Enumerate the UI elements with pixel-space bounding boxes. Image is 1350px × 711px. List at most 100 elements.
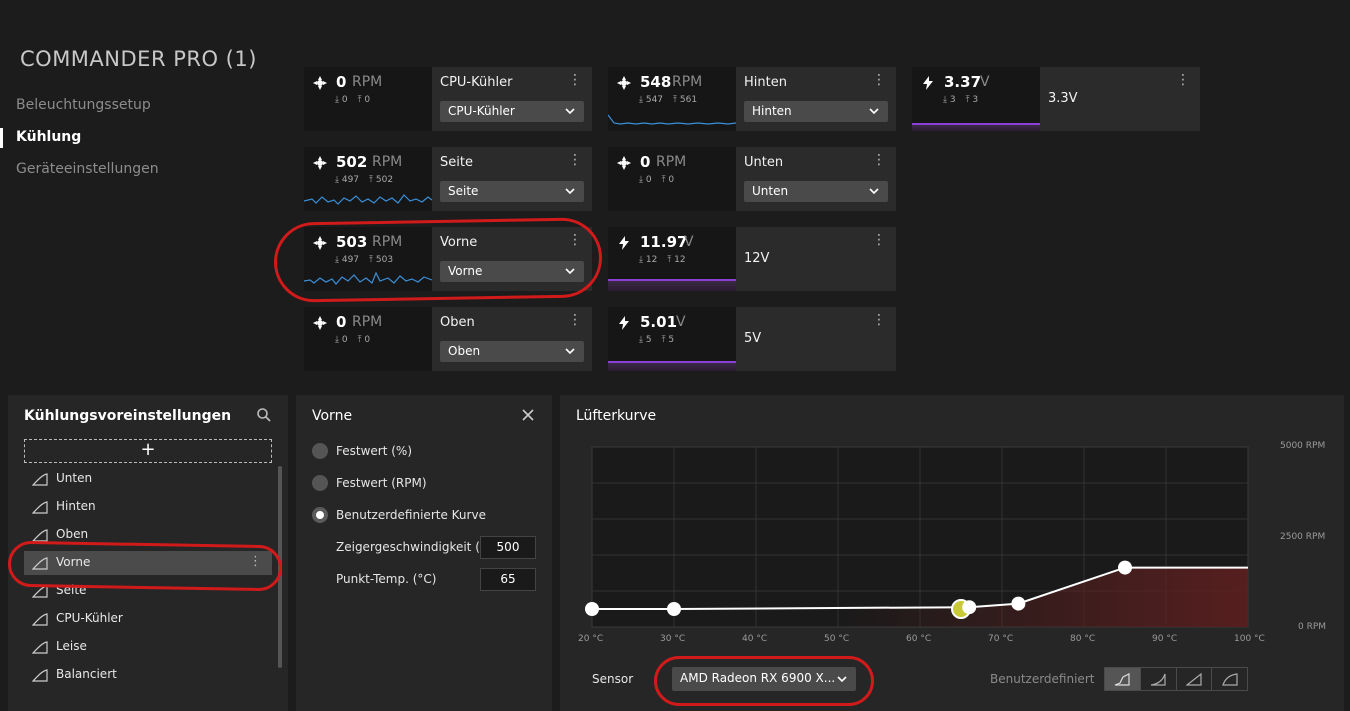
fan-tile-oben[interactable]: 0 RPM ⤓ 0 ⤒ 0 Oben ⋮ Oben bbox=[304, 307, 592, 371]
fan-curve-chart[interactable] bbox=[560, 440, 1344, 650]
fan-tile-readout: 0 RPM ⤓ 0 ⤒ 0 bbox=[304, 307, 432, 371]
fan-tile-readout: 503 RPM ⤓ 497 ⤒ 503 bbox=[304, 227, 432, 291]
more-menu-icon[interactable]: ⋮ bbox=[872, 153, 886, 167]
y-tick-label: 5000 RPM bbox=[1280, 441, 1326, 451]
logarithmic-curve-icon bbox=[1221, 673, 1238, 686]
curve-icon bbox=[32, 501, 48, 514]
fan-preset-select[interactable]: CPU-Kühler bbox=[440, 101, 584, 122]
mode-exponential-button[interactable] bbox=[1141, 668, 1177, 690]
preset-item-oben[interactable]: Oben bbox=[24, 523, 272, 547]
voltage-unit: V bbox=[684, 234, 694, 250]
add-preset-button[interactable]: + bbox=[24, 439, 272, 463]
exponential-curve-icon bbox=[1151, 673, 1166, 686]
preset-item-leise[interactable]: Leise bbox=[24, 635, 272, 659]
rpm-value: 503 bbox=[336, 233, 368, 251]
curve-control-point[interactable] bbox=[1118, 560, 1132, 575]
more-menu-icon[interactable]: ⋮ bbox=[249, 554, 262, 569]
select-value: Oben bbox=[448, 344, 481, 358]
curve-icon bbox=[32, 585, 48, 598]
rpm-unit: RPM bbox=[352, 74, 383, 90]
rpm-unit: RPM bbox=[656, 154, 687, 170]
chevron-down-icon bbox=[565, 108, 575, 115]
curve-icon bbox=[32, 669, 48, 682]
mode-logarithmic-button[interactable] bbox=[1212, 668, 1247, 690]
rpm-value: 0 bbox=[336, 313, 347, 331]
preset-item-balanciert[interactable]: Balanciert bbox=[24, 663, 272, 687]
radio-label: Festwert (%) bbox=[336, 444, 413, 458]
more-menu-icon[interactable]: ⋮ bbox=[568, 233, 582, 247]
preset-item-unten[interactable]: Unten bbox=[24, 467, 272, 491]
sensor-select[interactable]: AMD Radeon RX 6900 X... bbox=[672, 667, 856, 691]
chevron-down-icon bbox=[565, 188, 575, 195]
temp-label: Punkt-Temp. (°C) bbox=[336, 572, 437, 586]
more-menu-icon[interactable]: ⋮ bbox=[872, 233, 886, 247]
linear-curve-icon bbox=[1185, 672, 1202, 686]
mode-linear-button[interactable] bbox=[1177, 668, 1213, 690]
curve-control-point[interactable] bbox=[585, 602, 599, 616]
preset-label: Seite bbox=[56, 583, 87, 597]
x-tick-label: 90 °C bbox=[1152, 634, 1178, 644]
speed-label: Zeigergeschwindigkeit (RF bbox=[336, 540, 480, 554]
radio-festwert-percent[interactable] bbox=[312, 443, 328, 459]
fan-preset-select[interactable]: Seite bbox=[440, 181, 584, 202]
mode-custom-button[interactable] bbox=[1105, 668, 1141, 690]
curve-icon bbox=[32, 529, 48, 542]
y-tick-label: 0 RPM bbox=[1298, 622, 1327, 632]
fan-tile-vorne[interactable]: 503 RPM ⤓ 497 ⤒ 503 Vorne ⋮ Vorne bbox=[304, 227, 592, 291]
rpm-sparkline bbox=[304, 194, 432, 205]
preset-item-cpu-kuehler[interactable]: CPU-Kühler bbox=[24, 607, 272, 631]
fan-preset-select[interactable]: Unten bbox=[744, 181, 888, 202]
radio-festwert-rpm[interactable] bbox=[312, 475, 328, 491]
presets-title: Kühlungsvoreinstellungen bbox=[24, 408, 232, 424]
min-value: ⤓ 0 bbox=[335, 335, 348, 345]
search-icon[interactable] bbox=[256, 407, 272, 423]
preset-item-vorne[interactable]: Vorne ⋮ bbox=[24, 551, 272, 575]
curve-mode-toggle[interactable] bbox=[1104, 667, 1248, 691]
min-value: ⤓ 12 bbox=[639, 255, 658, 265]
fan-name: Hinten bbox=[744, 75, 787, 90]
radio-custom-curve[interactable] bbox=[312, 507, 328, 523]
more-menu-icon[interactable]: ⋮ bbox=[1176, 73, 1190, 87]
voltage-level-bar bbox=[912, 125, 1040, 131]
fan-preset-select[interactable]: Oben bbox=[440, 341, 584, 362]
sensor-select-value: AMD Radeon RX 6900 X... bbox=[680, 671, 836, 685]
chevron-down-icon bbox=[565, 348, 575, 355]
voltage-tile-3v3[interactable]: 3.37 V ⤓ 3 ⤒ 3 3.3V ⋮ bbox=[912, 67, 1200, 131]
voltage-tile-5v[interactable]: 5.01 V ⤓ 5 ⤒ 5 5V ⋮ bbox=[608, 307, 896, 371]
fan-tile-cpu[interactable]: 0 RPM ⤓ 0 ⤒ 0 CPU-Kühler ⋮ CPU-Kühler bbox=[304, 67, 592, 131]
nav-kuehlung[interactable]: Kühlung bbox=[16, 129, 81, 145]
temp-input[interactable]: 65 bbox=[480, 568, 536, 591]
nav-geraeteeinstellungen[interactable]: Geräteeinstellungen bbox=[16, 161, 159, 177]
fan-name: CPU-Kühler bbox=[440, 75, 513, 90]
more-menu-icon[interactable]: ⋮ bbox=[872, 313, 886, 327]
select-value: Seite bbox=[448, 184, 479, 198]
more-menu-icon[interactable]: ⋮ bbox=[568, 313, 582, 327]
fan-tile-seite[interactable]: 502 RPM ⤓ 497 ⤒ 502 Seite ⋮ Seite bbox=[304, 147, 592, 211]
fan-preset-select[interactable]: Hinten bbox=[744, 101, 888, 122]
nav-beleuchtungssetup[interactable]: Beleuchtungssetup bbox=[16, 97, 151, 113]
preset-label: Balanciert bbox=[56, 667, 117, 681]
preset-item-seite[interactable]: Seite bbox=[24, 579, 272, 603]
more-menu-icon[interactable]: ⋮ bbox=[872, 73, 886, 87]
curve-control-point[interactable] bbox=[1011, 596, 1026, 611]
fan-tile-hinten[interactable]: 548 RPM ⤓ 547 ⤒ 561 Hinten ⋮ Hinten bbox=[608, 67, 896, 131]
curve-control-point[interactable] bbox=[667, 602, 681, 616]
curve-control-point[interactable] bbox=[962, 600, 977, 615]
fan-name: Vorne bbox=[440, 235, 478, 250]
speed-input[interactable]: 500 bbox=[480, 536, 536, 559]
voltage-tile-12v[interactable]: 11.97 V ⤓ 12 ⤒ 12 12V ⋮ bbox=[608, 227, 896, 291]
x-tick-label: 30 °C bbox=[660, 634, 686, 644]
more-menu-icon[interactable]: ⋮ bbox=[568, 153, 582, 167]
fan-preset-select[interactable]: Vorne bbox=[440, 261, 584, 282]
close-icon[interactable] bbox=[520, 407, 536, 423]
fan-name: Oben bbox=[440, 315, 475, 330]
preset-label: Hinten bbox=[56, 499, 96, 513]
rpm-unit: RPM bbox=[372, 234, 403, 250]
preset-item-hinten[interactable]: Hinten bbox=[24, 495, 272, 519]
x-tick-label: 70 °C bbox=[988, 634, 1014, 644]
presets-scrollbar[interactable] bbox=[278, 466, 282, 668]
radio-label: Benutzerdefinierte Kurve bbox=[336, 508, 486, 522]
voltage-level-bar bbox=[608, 363, 736, 371]
fan-tile-unten[interactable]: 0 RPM ⤓ 0 ⤒ 0 Unten ⋮ Unten bbox=[608, 147, 896, 211]
more-menu-icon[interactable]: ⋮ bbox=[568, 73, 582, 87]
